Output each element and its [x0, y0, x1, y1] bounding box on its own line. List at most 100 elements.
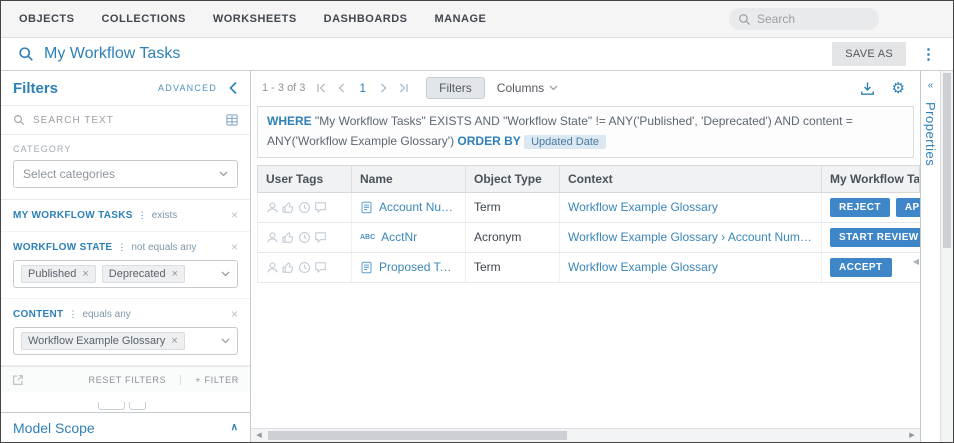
vertical-scrollbar[interactable] — [940, 71, 953, 442]
context-cell: Workflow Example Glossary › Account Numb… — [560, 223, 822, 252]
remove-chip-icon[interactable]: × — [171, 336, 177, 347]
first-page-icon[interactable] — [315, 82, 327, 94]
comment-icon[interactable] — [314, 231, 327, 244]
scrollbar-thumb[interactable] — [943, 73, 951, 248]
search-columns-icon[interactable] — [226, 114, 238, 126]
filter-values-select[interactable]: Workflow Example Glossary × — [13, 327, 238, 355]
global-search[interactable] — [729, 8, 879, 30]
nav-dashboards[interactable]: DASHBOARDS — [324, 13, 408, 25]
nav-worksheets[interactable]: WORKSHEETS — [213, 13, 297, 25]
thumbs-up-icon[interactable] — [282, 231, 295, 244]
download-icon[interactable] — [860, 81, 875, 96]
workflow-actions-cell: START REVIEW — [822, 223, 920, 252]
scrollbar-track[interactable] — [267, 429, 904, 442]
filter-name[interactable]: WORKFLOW STATE — [13, 242, 112, 253]
remove-chip-icon[interactable]: × — [82, 269, 88, 280]
start-review-button[interactable]: START REVIEW — [830, 228, 920, 247]
object-name-link[interactable]: Proposed Term — [379, 260, 457, 274]
column-header-name[interactable]: Name — [352, 166, 466, 192]
column-header-my-workflow-tasks[interactable]: My Workflow Tasks — [822, 166, 919, 192]
column-header-user-tags[interactable]: User Tags — [258, 166, 352, 192]
comment-icon[interactable] — [314, 201, 327, 214]
filter-name[interactable]: CONTENT — [13, 309, 63, 320]
overflow-menu-icon[interactable]: ⋮ — [921, 47, 936, 62]
current-page: 1 — [359, 81, 366, 95]
columns-menu-button[interactable]: Columns — [497, 81, 558, 95]
filters-sidebar: Filters ADVANCED CATEGORY Select catego — [1, 71, 251, 442]
model-scope-title: Model Scope — [13, 420, 95, 436]
filter-search-input[interactable] — [33, 115, 218, 126]
nav-objects[interactable]: OBJECTS — [19, 13, 74, 25]
table-row: Account Number Term Workflow Example Glo… — [257, 193, 920, 223]
context-link[interactable]: Workflow Example Glossary — [568, 260, 718, 274]
context-link[interactable]: Workflow Example Glossary › Account Numb… — [568, 230, 813, 244]
last-page-icon[interactable] — [398, 82, 410, 94]
filter-options-icon[interactable]: ⋮ — [138, 210, 147, 221]
scrollbar-thumb[interactable] — [268, 431, 567, 440]
order-by-value[interactable]: Updated Date — [524, 135, 606, 149]
approve-button[interactable]: APPROVE — [896, 198, 920, 217]
reject-button[interactable]: REJECT — [830, 198, 890, 217]
object-name-link[interactable]: AcctNr — [381, 230, 417, 244]
result-range: 1 - 3 of 3 — [262, 82, 305, 94]
pagination: 1 — [315, 81, 410, 95]
expand-properties-icon[interactable]: « — [928, 80, 934, 91]
collapse-panel-arrow[interactable]: ◀ — [913, 257, 919, 266]
properties-panel-collapsed[interactable]: « Properties — [920, 71, 940, 442]
object-name-link[interactable]: Account Number — [379, 200, 457, 214]
term-icon — [360, 261, 373, 274]
clock-icon[interactable] — [298, 231, 311, 244]
user-tags-cell — [258, 253, 352, 282]
advanced-link[interactable]: ADVANCED — [158, 83, 217, 93]
category-select[interactable]: Select categories — [13, 160, 238, 188]
comment-icon[interactable] — [314, 261, 327, 274]
scroll-left-icon[interactable]: ◀ — [251, 429, 267, 443]
gear-icon[interactable]: ⚙ — [892, 81, 905, 96]
remove-chip-icon[interactable]: × — [172, 269, 178, 280]
filter-search[interactable] — [1, 105, 250, 135]
scroll-right-icon[interactable]: ▶ — [904, 429, 920, 443]
filter-header: WORKFLOW STATE ⋮ not equals any × — [13, 241, 238, 253]
filter-condition[interactable]: equals any — [82, 309, 130, 320]
content-area: Filters ADVANCED CATEGORY Select catego — [1, 71, 953, 442]
save-as-button[interactable]: SAVE AS — [832, 42, 906, 66]
filter-values-select[interactable]: Published × Deprecated × — [13, 260, 238, 288]
column-header-context[interactable]: Context — [560, 166, 822, 192]
horizontal-scrollbar[interactable]: ◀ ▶ — [251, 428, 920, 442]
collapse-section-icon[interactable]: ∧ — [231, 422, 238, 433]
remove-filter-icon[interactable]: × — [231, 308, 238, 320]
remove-filter-icon[interactable]: × — [231, 209, 238, 221]
model-scope-section[interactable]: Model Scope ∧ — [1, 412, 250, 442]
export-filters-icon[interactable] — [12, 374, 24, 386]
follow-user-icon[interactable] — [266, 201, 279, 214]
filter-condition[interactable]: exists — [152, 210, 178, 221]
follow-user-icon[interactable] — [266, 231, 279, 244]
thumbs-up-icon[interactable] — [282, 261, 295, 274]
clock-icon[interactable] — [298, 201, 311, 214]
context-link[interactable]: Workflow Example Glossary — [568, 200, 718, 214]
clipped-box — [129, 402, 146, 410]
page-title: My Workflow Tasks — [44, 45, 180, 63]
category-select-value: Select categories — [23, 167, 115, 181]
chevron-down-icon — [221, 338, 230, 344]
filter-name[interactable]: MY WORKFLOW TASKS — [13, 210, 133, 221]
follow-user-icon[interactable] — [266, 261, 279, 274]
accept-button[interactable]: ACCEPT — [830, 258, 892, 277]
global-search-input[interactable] — [757, 12, 870, 26]
prev-page-icon[interactable] — [336, 82, 348, 94]
collapse-filters-icon[interactable] — [229, 81, 238, 95]
add-filter-button[interactable]: + FILTER — [180, 375, 239, 385]
remove-filter-icon[interactable]: × — [231, 241, 238, 253]
column-header-object-type[interactable]: Object Type — [466, 166, 560, 192]
clock-icon[interactable] — [298, 261, 311, 274]
filter-condition[interactable]: not equals any — [131, 242, 196, 253]
nav-manage[interactable]: MANAGE — [435, 13, 487, 25]
nav-collections[interactable]: COLLECTIONS — [101, 13, 185, 25]
filter-options-icon[interactable]: ⋮ — [117, 242, 126, 253]
reset-filters-button[interactable]: RESET FILTERS — [89, 375, 167, 385]
filter-options-icon[interactable]: ⋮ — [68, 309, 77, 320]
filters-toggle-button[interactable]: Filters — [426, 77, 485, 99]
properties-tab-label[interactable]: Properties — [923, 102, 938, 166]
next-page-icon[interactable] — [377, 82, 389, 94]
thumbs-up-icon[interactable] — [282, 201, 295, 214]
